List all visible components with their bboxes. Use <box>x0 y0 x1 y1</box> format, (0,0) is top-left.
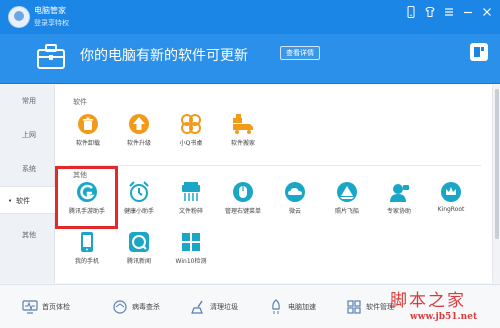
app-move[interactable]: 软件搬家 <box>213 113 273 153</box>
skin-icon[interactable] <box>423 6 437 20</box>
app-label: 专家协助 <box>386 208 411 215</box>
bottom-item-label: 首页体检 <box>42 303 70 311</box>
sidebar-item-software[interactable]: 软件 <box>0 186 56 215</box>
app-win10-check[interactable]: Win10检测 <box>161 231 221 271</box>
app-label: 文件粉碎 <box>178 208 203 215</box>
rocket-icon <box>268 299 284 315</box>
app-label: Win10检测 <box>175 258 207 265</box>
app-label: 照片飞船 <box>334 208 359 215</box>
menu-icon[interactable] <box>442 6 456 20</box>
title-bar: 电脑管家 登录享特权 <box>0 0 500 34</box>
briefcase-icon <box>36 44 66 70</box>
app-q-desk[interactable]: 小Q书桌 <box>161 113 221 153</box>
category-sidebar: 常用 上网 系统 软件 其他 <box>0 85 56 283</box>
app-label: 软件升级 <box>126 140 151 147</box>
window-controls <box>404 6 494 20</box>
upgrade-arrow-icon <box>128 113 150 135</box>
sidebar-item-system[interactable]: 系统 <box>0 155 55 183</box>
scrollbar[interactable] <box>492 85 500 283</box>
app-photo-ship[interactable]: 照片飞船 <box>317 181 377 221</box>
app-label: 健康小助手 <box>123 208 154 215</box>
sidebar-item-common[interactable]: 常用 <box>0 87 55 115</box>
minimize-icon[interactable] <box>461 6 475 20</box>
app-weiyun[interactable]: 微云 <box>265 181 325 221</box>
app-label: 腾讯手游助手 <box>68 208 105 215</box>
sidebar-item-internet[interactable]: 上网 <box>0 121 55 149</box>
sidebar-item-other[interactable]: 其他 <box>0 221 55 249</box>
app-label: 我的手机 <box>74 258 99 265</box>
avatar[interactable] <box>8 6 30 28</box>
side-panel-icon[interactable] <box>470 43 488 61</box>
app-file-shredder[interactable]: 文件粉碎 <box>161 181 221 221</box>
banner-title: 你的电脑有新的软件可更新 <box>80 48 248 64</box>
app-label: KingRoot <box>437 206 465 213</box>
alarm-clock-icon <box>128 181 150 203</box>
bottom-item-label: 电脑加速 <box>288 303 316 311</box>
scroll-thumb[interactable] <box>495 89 499 239</box>
watermark-text: 脚本之家 <box>390 291 466 311</box>
software-section-title: 软件 <box>73 98 87 106</box>
tools-panel: 软件 软件卸载 软件升级 小Q书桌 软件搬家 其他 腾讯手游助手 健康小助手 文… <box>55 85 495 283</box>
software-manager-icon <box>346 299 362 315</box>
monitor-icon <box>22 299 38 315</box>
windows-icon <box>180 231 202 253</box>
app-label: 软件搬家 <box>230 140 255 147</box>
game-assistant-icon <box>76 181 98 203</box>
app-label: 腾讯新闻 <box>126 258 151 265</box>
kingroot-icon <box>440 181 462 203</box>
app-name: 电脑管家 <box>34 6 66 15</box>
weiyun-cloud-icon <box>284 181 306 203</box>
app-tencent-game-assistant[interactable]: 腾讯手游助手 <box>57 181 117 221</box>
my-phone-icon <box>76 231 98 253</box>
photo-ship-icon <box>336 181 358 203</box>
clover-icon <box>180 113 202 135</box>
moving-truck-icon <box>232 113 254 135</box>
login-link[interactable]: 登录享特权 <box>34 18 69 28</box>
view-details-button[interactable]: 查看详情 <box>280 46 320 60</box>
section-divider <box>69 165 481 166</box>
expert-assist-icon <box>388 181 410 203</box>
app-kingroot[interactable]: KingRoot <box>421 181 481 221</box>
update-banner: 你的电脑有新的软件可更新 查看详情 <box>0 34 500 84</box>
trash-icon <box>77 113 99 135</box>
mouse-icon <box>232 181 254 203</box>
watermark-url: www.jb51.net <box>410 312 478 322</box>
pc-manager-window: 电脑管家 登录享特权 你的电脑有新的软件可更新 查看详情 常用 上网 系统 • … <box>0 0 500 328</box>
file-shredder-icon <box>180 181 202 203</box>
app-expert-assist[interactable]: 专家协助 <box>369 181 429 221</box>
app-label: 微云 <box>288 208 301 215</box>
bottom-item-label: 病毒查杀 <box>132 303 160 311</box>
bottom-item-label: 清理垃圾 <box>210 303 238 311</box>
app-tencent-news[interactable]: 腾讯新闻 <box>109 231 169 271</box>
phone-icon[interactable] <box>404 6 418 20</box>
app-upgrade[interactable]: 软件升级 <box>109 113 169 153</box>
app-label: 小Q书桌 <box>179 140 203 147</box>
close-icon[interactable] <box>480 6 494 20</box>
tencent-news-icon <box>128 231 150 253</box>
app-health-assistant[interactable]: 健康小助手 <box>109 181 169 221</box>
virus-scan-icon <box>112 299 128 315</box>
app-my-phone[interactable]: 我的手机 <box>57 231 117 271</box>
app-label: 管理右键菜单 <box>224 208 261 215</box>
app-context-menu[interactable]: 管理右键菜单 <box>213 181 273 221</box>
broom-icon <box>190 299 206 315</box>
